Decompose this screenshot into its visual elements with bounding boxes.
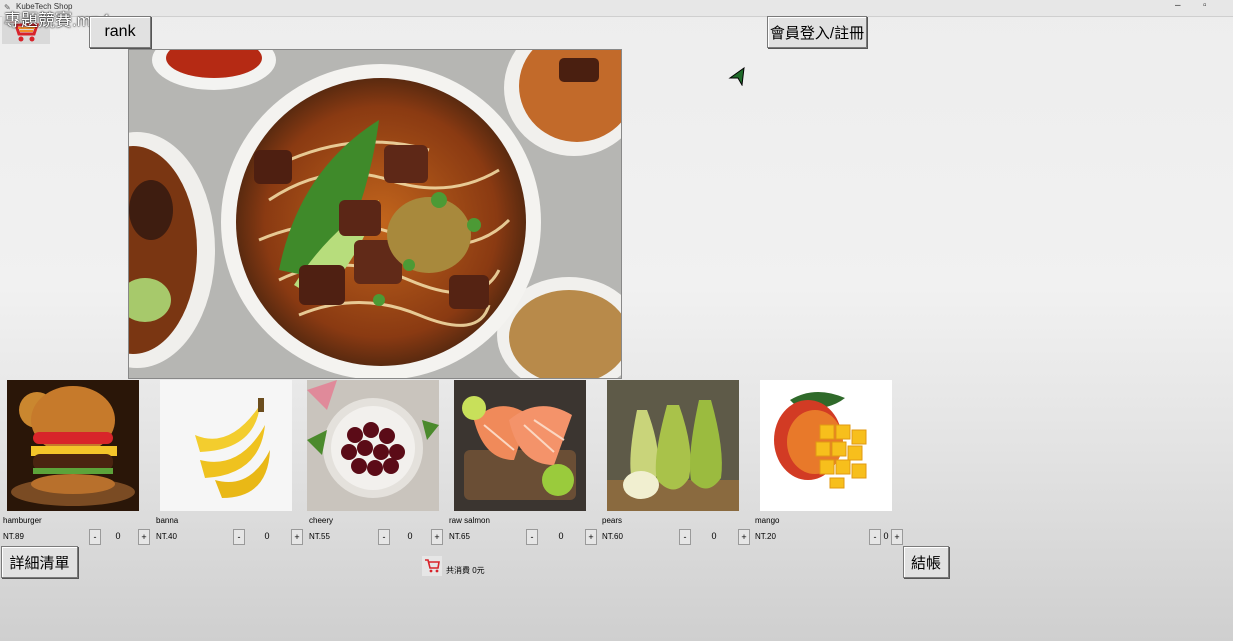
- maximize-button[interactable]: ▫: [1203, 0, 1207, 12]
- increase-qty-banana[interactable]: +: [291, 529, 303, 545]
- decrease-qty-hamburger[interactable]: -: [89, 529, 101, 545]
- qty-hamburger: 0: [115, 531, 121, 541]
- decrease-qty-raw-salmon[interactable]: -: [526, 529, 538, 545]
- decrease-qty-pears[interactable]: -: [679, 529, 691, 545]
- shopping-cart-icon: [422, 556, 442, 576]
- hero-banner-image: [128, 49, 622, 379]
- rank-button[interactable]: rank: [89, 16, 151, 48]
- product-price-mango: NT.20: [755, 532, 776, 541]
- product-name-mango: mango: [755, 516, 780, 525]
- product-name-cherry: cheery: [309, 516, 334, 525]
- product-image-pears: [607, 380, 739, 511]
- increase-qty-hamburger[interactable]: +: [138, 529, 150, 545]
- product-name-hamburger: hamburger: [3, 516, 42, 525]
- checkout-button[interactable]: 結帳: [903, 546, 949, 578]
- mouse-pointer-icon: [728, 66, 745, 86]
- product-image-banana: [160, 380, 292, 511]
- product-price-cherry: NT.55: [309, 532, 330, 541]
- minimize-button[interactable]: –: [1175, 0, 1181, 12]
- decrease-qty-cherry[interactable]: -: [378, 529, 390, 545]
- product-name-pears: pears: [602, 516, 623, 525]
- increase-qty-pears[interactable]: +: [738, 529, 750, 545]
- details-list-button[interactable]: 詳細清單: [1, 546, 78, 578]
- product-price-hamburger: NT.89: [3, 532, 24, 541]
- product-image-hamburger: [7, 380, 139, 511]
- qty-cherry: 0: [407, 531, 413, 541]
- decrease-qty-banana[interactable]: -: [233, 529, 245, 545]
- qty-banana: 0: [264, 531, 270, 541]
- product-price-raw-salmon: NT.65: [449, 532, 470, 541]
- product-price-pears: NT.60: [602, 532, 623, 541]
- qty-raw-salmon: 0: [558, 531, 564, 541]
- increase-qty-mango[interactable]: +: [891, 529, 903, 545]
- product-name-raw-salmon: raw salmon: [449, 516, 490, 525]
- product-name-banana: banna: [156, 516, 179, 525]
- window-titlebar: ✎ KubeTech Shop – ▫: [0, 0, 1233, 17]
- qty-pears: 0: [711, 531, 717, 541]
- total-spent-text: 共消費 0元: [446, 566, 485, 575]
- increase-qty-raw-salmon[interactable]: +: [585, 529, 597, 545]
- increase-qty-cherry[interactable]: +: [431, 529, 443, 545]
- product-image-cherry: [307, 380, 439, 511]
- product-image-raw-salmon: [454, 380, 586, 511]
- product-price-banana: NT.40: [156, 532, 177, 541]
- product-image-mango: [760, 380, 892, 511]
- member-login-register-button[interactable]: 會員登入/註冊: [767, 16, 867, 48]
